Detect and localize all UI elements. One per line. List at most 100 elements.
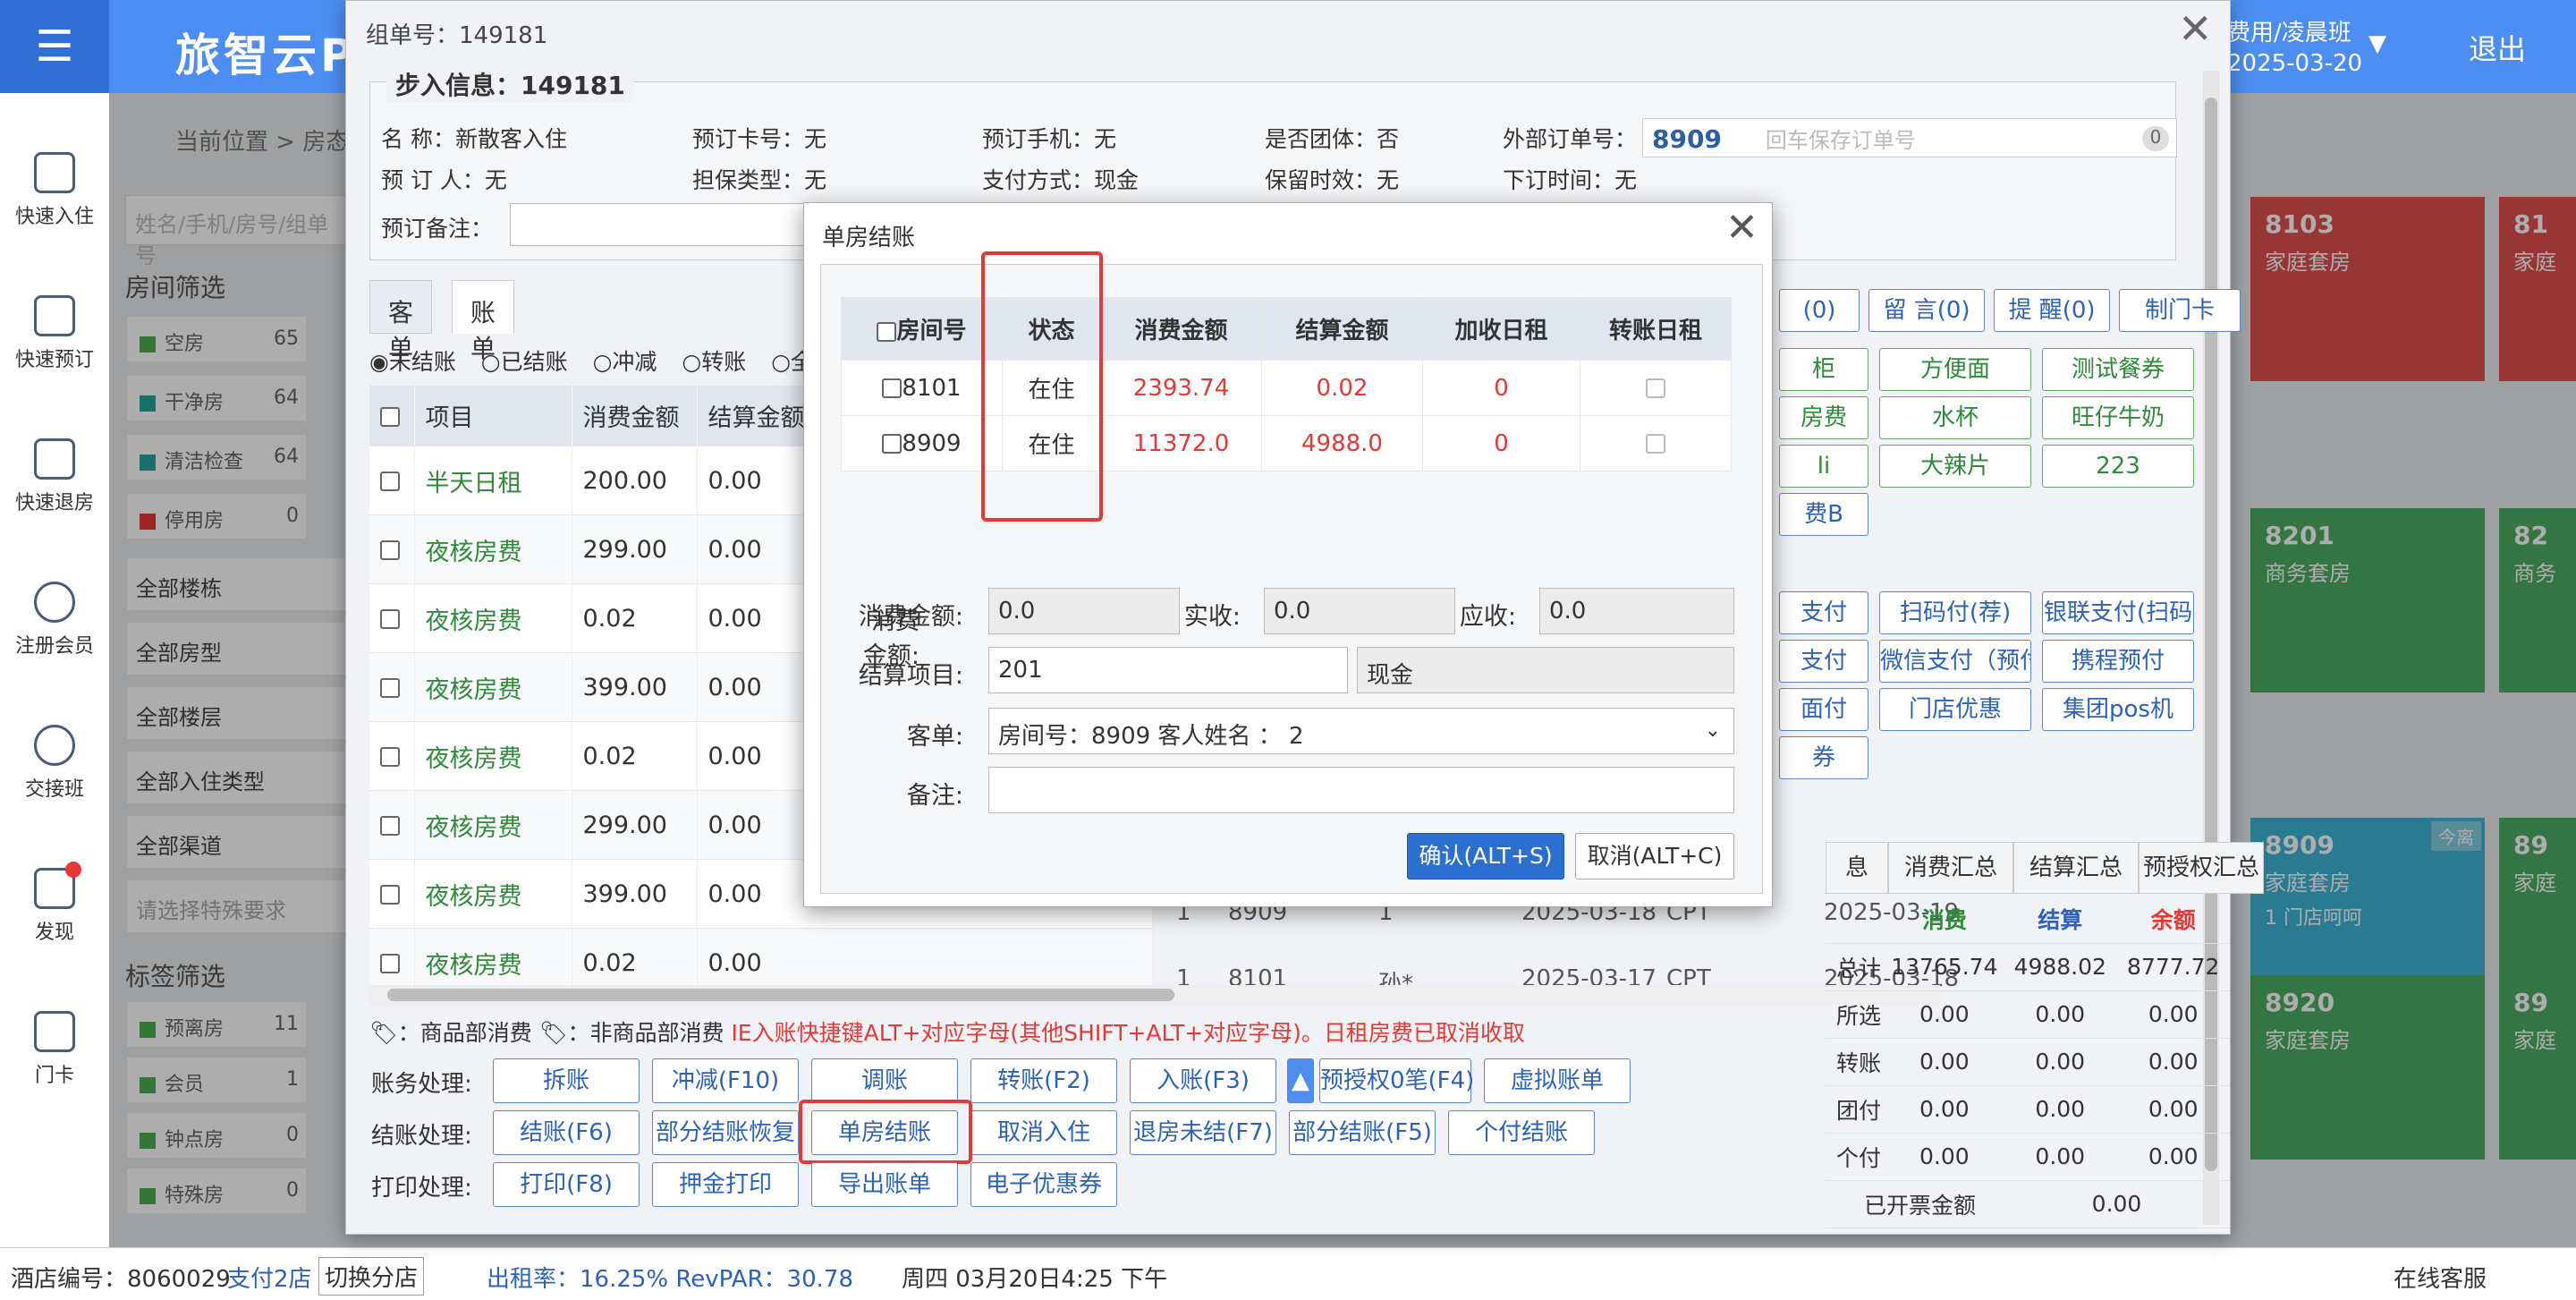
offset-button[interactable]: 冲减(F10) xyxy=(652,1058,799,1103)
arrow-up-icon[interactable]: ▲ xyxy=(1287,1058,1314,1103)
bill-item: 夜核房费 xyxy=(414,859,572,929)
pay-button[interactable]: 微信支付（预付 xyxy=(1879,640,2031,683)
post-charge-button[interactable]: 入账(F3) xyxy=(1130,1058,1276,1103)
pay-button[interactable]: 携程预付 xyxy=(2042,640,2194,683)
goods-button[interactable]: 费B xyxy=(1779,493,1868,536)
external-order-input[interactable]: 8909 回车保存订单号 0 xyxy=(1642,118,2177,157)
checkout-button[interactable]: 结账(F6) xyxy=(493,1110,640,1155)
preauth-button[interactable]: 预授权0笔(F4) xyxy=(1319,1058,1474,1103)
transfer-day-rent-checkbox[interactable] xyxy=(1646,378,1665,398)
shift-info[interactable]: 费用/凌晨班 2025-03-20 xyxy=(2227,18,2362,79)
row-checkbox[interactable] xyxy=(380,540,400,560)
row-checkbox[interactable] xyxy=(380,747,400,767)
row-checkbox[interactable] xyxy=(380,472,400,491)
transfer-button[interactable]: 转账(F2) xyxy=(970,1058,1117,1103)
goods-button[interactable]: 测试餐券 xyxy=(2042,348,2194,391)
table-row[interactable]: 8909 在住 11372.0 4988.0 0 xyxy=(841,415,1732,472)
cancel-button[interactable]: 取消(ALT+C) xyxy=(1575,833,1734,879)
pay-button[interactable]: 门店优惠 xyxy=(1879,688,2031,731)
remark-input[interactable] xyxy=(988,767,1734,813)
checkout-unsettled-button[interactable]: 退房未结(F7) xyxy=(1130,1110,1276,1155)
partial-checkout-button[interactable]: 部分结账(F5) xyxy=(1289,1110,1436,1155)
row-checkbox[interactable] xyxy=(882,378,902,398)
radio-transfer[interactable]: ○转账 xyxy=(682,349,755,375)
export-bill-button[interactable]: 导出账单 xyxy=(811,1162,958,1207)
cancel-checkin-button[interactable]: 取消入住 xyxy=(970,1110,1117,1155)
sidebar-item-register-member[interactable]: 注册会员 xyxy=(0,582,109,658)
pay-button[interactable]: 银联支付(扫码 xyxy=(2042,591,2194,634)
sidebar-item-room-card[interactable]: 门卡 xyxy=(0,1011,109,1088)
message-button[interactable]: 留 言(0) xyxy=(1868,289,1985,332)
pay-button[interactable]: 支付 xyxy=(1779,640,1868,683)
split-bill-button[interactable]: 拆账 xyxy=(493,1058,640,1103)
sidebar-item-shift-handover[interactable]: 交接班 xyxy=(0,725,109,802)
pay-button[interactable]: 扫码付(荐) xyxy=(1879,591,2031,634)
switch-branch-button[interactable]: 切换分店 xyxy=(318,1257,425,1296)
summary-row: 总计 13765.74 4988.02 8777.72 xyxy=(1826,943,2230,991)
online-service-button[interactable]: 在线客服 xyxy=(2394,1261,2487,1294)
pay-button[interactable]: 面付 xyxy=(1779,688,1868,731)
transfer-day-rent-checkbox[interactable] xyxy=(1646,434,1665,454)
settle-item-code-input[interactable]: 201 xyxy=(988,647,1348,693)
confirm-button[interactable]: 确认(ALT+S) xyxy=(1407,833,1564,879)
row-checkbox[interactable] xyxy=(882,434,902,454)
radio-settled[interactable]: ○已结账 xyxy=(481,349,577,375)
e-coupon-button[interactable]: 电子优惠券 xyxy=(970,1162,1117,1207)
goods-button[interactable]: 223 xyxy=(2042,445,2194,488)
adjust-button[interactable]: 调账 xyxy=(811,1058,958,1103)
cell: 0.00 xyxy=(1885,1085,2004,1134)
pay-button[interactable]: 券 xyxy=(1779,736,1868,779)
radio-offset[interactable]: ○冲减 xyxy=(593,349,666,375)
discover-icon xyxy=(34,862,81,909)
count-button[interactable]: (0) xyxy=(1779,289,1860,332)
deposit-print-button[interactable]: 押金打印 xyxy=(652,1162,799,1207)
individual-pay-checkout-button[interactable]: 个付结账 xyxy=(1448,1110,1595,1155)
horizontal-scrollbar[interactable] xyxy=(369,985,1940,1005)
tab-bill[interactable]: 账单 xyxy=(452,280,515,363)
row-label: 团付 xyxy=(1826,1085,1885,1134)
dialog-title: 单房结账 xyxy=(822,225,916,251)
reminder-button[interactable]: 提 醒(0) xyxy=(1994,289,2110,332)
pay-button[interactable]: 支付 xyxy=(1779,591,1868,634)
tab-guest[interactable]: 客单 xyxy=(369,280,433,363)
make-card-button[interactable]: 制门卡 xyxy=(2119,289,2241,332)
close-icon[interactable]: ✕ xyxy=(2178,8,2213,49)
goods-button[interactable]: 旺仔牛奶 xyxy=(2042,396,2194,439)
sidebar-item-quick-checkin[interactable]: 快速入住 xyxy=(0,152,109,229)
tab-info[interactable]: 息 xyxy=(1826,842,1888,894)
menu-toggle-icon[interactable]: ☰ xyxy=(0,0,109,93)
radio-unsettled[interactable]: ◉未结账 xyxy=(369,349,465,375)
goods-button[interactable]: 房费 xyxy=(1779,396,1868,439)
row-checkbox[interactable] xyxy=(380,816,400,836)
partial-checkout-restore-button[interactable]: 部分结账恢复 xyxy=(652,1110,799,1155)
goods-button[interactable]: 柜 xyxy=(1779,348,1868,391)
tab-preauth-summary[interactable]: 预授权汇总 xyxy=(2139,842,2264,894)
tab-settle-summary[interactable]: 结算汇总 xyxy=(2013,842,2139,894)
bill-item: 半天日租 xyxy=(414,446,572,515)
booking-remark-input[interactable] xyxy=(510,203,841,246)
close-icon[interactable]: ✕ xyxy=(1725,208,1758,248)
logout-button[interactable]: 退出 xyxy=(2469,27,2526,68)
virtual-bill-button[interactable]: 虚拟账单 xyxy=(1484,1058,1631,1103)
tab-consume-summary[interactable]: 消费汇总 xyxy=(1888,842,2013,894)
scrollbar-thumb[interactable] xyxy=(387,989,1174,1001)
print-button[interactable]: 打印(F8) xyxy=(493,1162,640,1207)
row-checkbox[interactable] xyxy=(380,609,400,629)
goods-button[interactable]: li xyxy=(1779,445,1868,488)
row-checkbox[interactable] xyxy=(380,678,400,698)
row-checkbox[interactable] xyxy=(380,954,400,974)
sidebar-item-quick-checkout[interactable]: 快速退房 xyxy=(0,438,109,515)
sidebar-item-quick-booking[interactable]: 快速预订 xyxy=(0,295,109,372)
select-all-checkbox[interactable] xyxy=(877,321,897,342)
sidebar-item-discover[interactable]: 发现 xyxy=(0,862,109,945)
goods-button[interactable]: 方便面 xyxy=(1879,348,2031,391)
guest-bill-select[interactable]: 房间号：8909 客人姓名 ： 2 ⌄ xyxy=(988,708,1734,754)
row-checkbox[interactable] xyxy=(380,885,400,905)
single-room-checkout-dialog: 单房结账 ✕ 房间号 状态 消费金额 结算金额 加收日租 转账日租 8101 在… xyxy=(803,202,1773,907)
table-row[interactable]: 8101 在住 2393.74 0.02 0 xyxy=(841,360,1732,416)
select-all-checkbox[interactable] xyxy=(380,406,400,427)
goods-button[interactable]: 大辣片 xyxy=(1879,445,2031,488)
goods-button[interactable]: 水杯 xyxy=(1879,396,2031,439)
chevron-down-icon[interactable]: ▼ xyxy=(2368,30,2386,57)
pay-button[interactable]: 集团pos机 xyxy=(2042,688,2194,731)
